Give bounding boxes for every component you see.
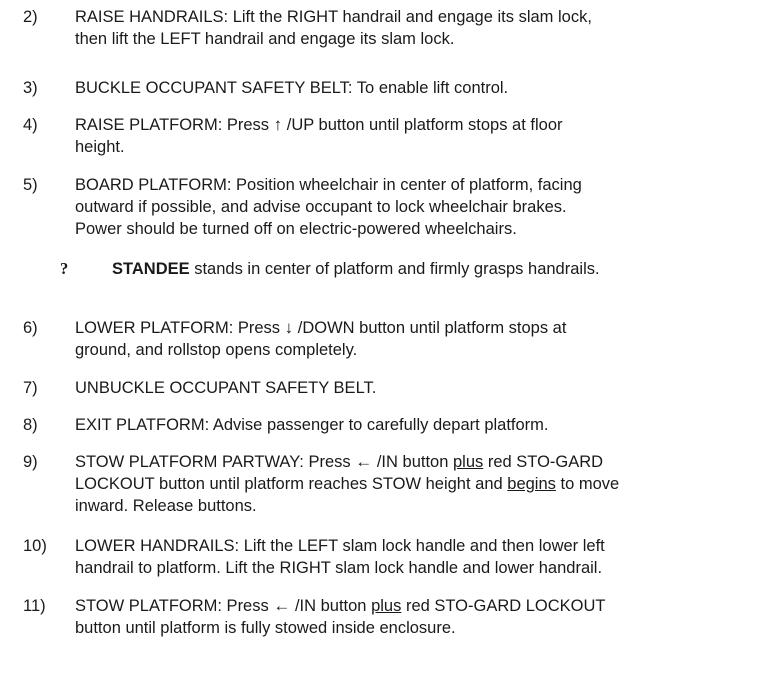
step-text: BOARD PLATFORM: Position wheelchair in c… bbox=[75, 174, 750, 240]
step-line: then lift the LEFT handrail and engage i… bbox=[75, 30, 455, 48]
step-text-part: to move bbox=[560, 475, 620, 493]
step-text: STOW PLATFORM PARTWAY: Press ← /IN butto… bbox=[75, 451, 750, 517]
step-line: STOW PLATFORM PARTWAY: Press ← /IN butto… bbox=[75, 451, 750, 473]
down-arrow-icon: ↓ bbox=[284, 318, 294, 337]
step-line: BUCKLE OCCUPANT SAFETY BELT: To enable l… bbox=[75, 79, 509, 97]
up-arrow-icon: ↑ bbox=[273, 115, 283, 134]
step-line: LOWER PLATFORM: Press ↓ /DOWN button unt… bbox=[75, 317, 750, 339]
step-line: outward if possible, and advise occupant… bbox=[75, 198, 567, 216]
step-number: 2) bbox=[23, 8, 38, 26]
step-text-part: STOW PLATFORM: Press bbox=[75, 597, 269, 615]
step-text: STOW PLATFORM: Press ← /IN button plus r… bbox=[75, 595, 750, 639]
emphasis-plus: plus bbox=[452, 453, 484, 471]
step-line: EXIT PLATFORM: Advise passenger to caref… bbox=[75, 416, 549, 434]
step-line: height. bbox=[75, 138, 125, 156]
step-text: LOWER HANDRAILS: Lift the LEFT slam lock… bbox=[75, 535, 750, 579]
step-line: UNBUCKLE OCCUPANT SAFETY BELT. bbox=[75, 379, 377, 397]
step-number: 10) bbox=[23, 537, 47, 555]
standee-text: STANDEE stands in center of platform and… bbox=[112, 258, 600, 280]
step-text-part: LOCKOUT button until platform reaches ST… bbox=[75, 475, 503, 493]
left-arrow-icon: ← bbox=[355, 452, 373, 471]
step-line: button until platform is fully stowed in… bbox=[75, 619, 456, 637]
step-text-part: STOW PLATFORM PARTWAY: Press bbox=[75, 453, 351, 471]
step-line: inward. Release buttons. bbox=[75, 497, 257, 515]
left-arrow-icon: ← bbox=[273, 596, 291, 615]
step-text: EXIT PLATFORM: Advise passenger to caref… bbox=[75, 414, 750, 436]
step-number: 8) bbox=[23, 416, 38, 434]
emphasis-begins: begins bbox=[507, 475, 556, 493]
step-text-part: /DOWN button until platform stops at bbox=[297, 319, 567, 337]
step-line: BOARD PLATFORM: Position wheelchair in c… bbox=[75, 176, 582, 194]
step-line: STOW PLATFORM: Press ← /IN button plus r… bbox=[75, 595, 750, 617]
step-line: RAISE PLATFORM: Press ↑ /UP button until… bbox=[75, 114, 750, 136]
step-line: RAISE HANDRAILS: Lift the RIGHT handrail… bbox=[75, 8, 592, 26]
emphasis-plus: plus bbox=[371, 597, 402, 615]
step-text-part: /UP button until platform stops at floor bbox=[286, 116, 563, 134]
step-number: 9) bbox=[23, 453, 38, 471]
step-number: 5) bbox=[23, 176, 38, 194]
standee-rest: stands in center of platform and firmly … bbox=[189, 260, 600, 278]
step-line: LOCKOUT button until platform reaches ST… bbox=[75, 473, 750, 495]
step-line: ground, and rollstop opens completely. bbox=[75, 341, 358, 359]
step-line: Power should be turned off on electric-p… bbox=[75, 220, 517, 238]
step-number: 3) bbox=[23, 79, 38, 97]
step-text: RAISE HANDRAILS: Lift the RIGHT handrail… bbox=[75, 6, 750, 50]
step-number: 6) bbox=[23, 319, 38, 337]
step-text-part: red STO-GARD bbox=[487, 453, 604, 471]
step-text-part: RAISE PLATFORM: Press bbox=[75, 116, 270, 134]
step-text-part: /IN button bbox=[376, 453, 449, 471]
step-text: LOWER PLATFORM: Press ↓ /DOWN button unt… bbox=[75, 317, 750, 361]
instruction-page: 2) RAISE HANDRAILS: Lift the RIGHT handr… bbox=[0, 0, 765, 673]
standee-label: STANDEE bbox=[112, 260, 190, 278]
step-text-part: /IN button bbox=[294, 597, 367, 615]
step-number: 11) bbox=[23, 597, 46, 615]
step-text: RAISE PLATFORM: Press ↑ /UP button until… bbox=[75, 114, 750, 158]
step-text-part: red STO-GARD LOCKOUT bbox=[405, 597, 606, 615]
step-line: LOWER HANDRAILS: Lift the LEFT slam lock… bbox=[75, 537, 605, 555]
step-text: BUCKLE OCCUPANT SAFETY BELT: To enable l… bbox=[75, 77, 750, 99]
step-line: handrail to platform. Lift the RIGHT sla… bbox=[75, 559, 603, 577]
step-text-part: LOWER PLATFORM: Press bbox=[75, 319, 281, 337]
step-text: UNBUCKLE OCCUPANT SAFETY BELT. bbox=[75, 377, 750, 399]
step-number: 4) bbox=[23, 116, 38, 134]
bullet-icon: ? bbox=[60, 259, 69, 278]
step-number: 7) bbox=[23, 379, 38, 397]
